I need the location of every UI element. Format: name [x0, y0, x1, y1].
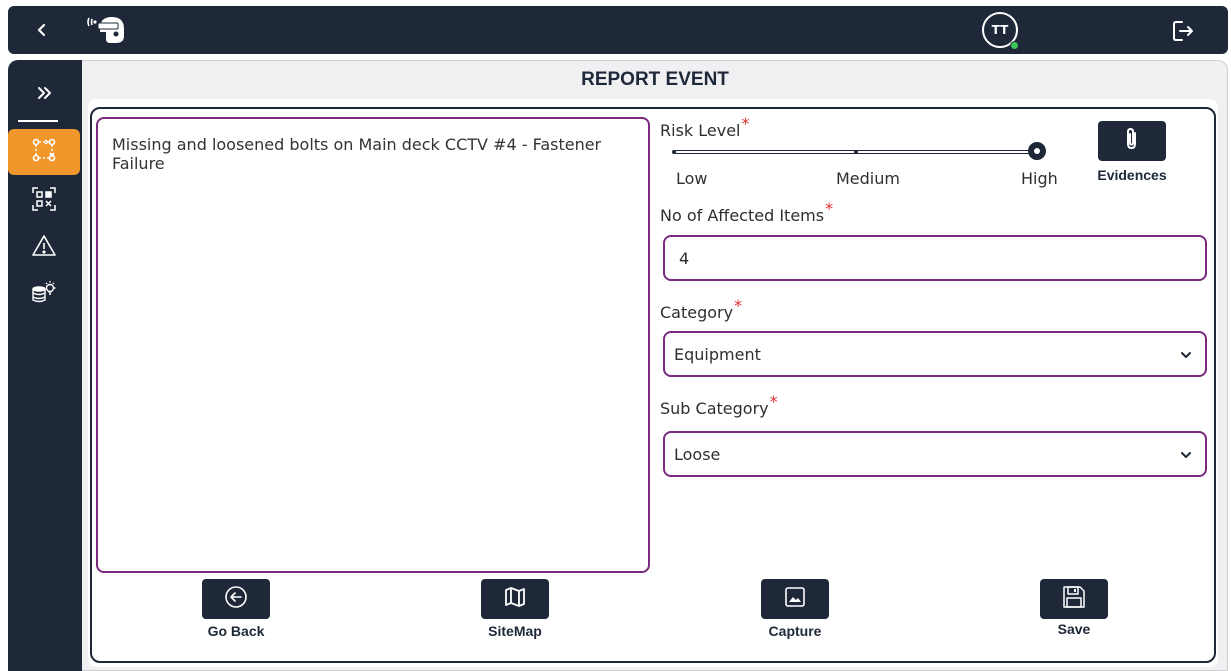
save-button[interactable] — [1040, 579, 1108, 619]
warning-triangle-icon — [31, 233, 57, 263]
affected-items-input[interactable]: 4 — [663, 235, 1207, 281]
page-title: REPORT EVENT — [581, 69, 729, 90]
affected-items-label: No of Affected Items* — [660, 199, 834, 225]
chevron-down-icon — [1179, 347, 1193, 361]
sidebar-item-qr-scan[interactable] — [8, 178, 80, 224]
risk-option-low[interactable]: Low — [676, 169, 708, 188]
description-textarea[interactable]: Missing and loosened bolts on Main deck … — [96, 117, 650, 573]
sidebar-item-workflow[interactable] — [8, 129, 80, 175]
online-status-dot — [1010, 41, 1019, 50]
sidebar — [8, 60, 82, 671]
sub-category-select[interactable]: Loose — [663, 431, 1207, 477]
sub-category-label: Sub Category* — [660, 392, 778, 418]
sidebar-item-warning[interactable] — [8, 225, 80, 271]
floppy-disk-icon — [1060, 583, 1088, 615]
category-value: Equipment — [674, 344, 761, 364]
category-select[interactable]: Equipment — [663, 331, 1207, 377]
chevron-left-icon[interactable] — [32, 18, 52, 42]
coins-lightbulb-icon — [31, 280, 57, 310]
chevron-down-icon — [1179, 447, 1193, 461]
paperclip-icon — [1121, 126, 1143, 156]
logout-icon[interactable] — [1170, 18, 1196, 44]
sub-category-value: Loose — [674, 444, 721, 464]
go-back-button[interactable] — [202, 579, 270, 619]
qr-code-icon — [31, 186, 57, 216]
capture-label: Capture — [768, 623, 822, 639]
image-icon — [783, 585, 807, 613]
report-form: Missing and loosened bolts on Main deck … — [90, 107, 1216, 663]
capture-button[interactable] — [761, 579, 829, 619]
risk-level-slider-knob[interactable] — [1028, 142, 1046, 160]
sitemap-button[interactable] — [481, 579, 549, 619]
main-panel: REPORT EVENT Missing and loosened bolts … — [82, 60, 1228, 671]
helmet-signal-logo — [86, 14, 130, 46]
sitemap-label: SiteMap — [488, 623, 542, 639]
risk-level-slider-midpoint — [854, 150, 858, 154]
report-form-card: Missing and loosened bolts on Main deck … — [88, 99, 1218, 667]
category-label: Category* — [660, 296, 743, 322]
risk-option-medium[interactable]: Medium — [836, 169, 900, 188]
map-icon — [502, 584, 528, 614]
save-label: Save — [1057, 621, 1091, 637]
risk-level-label: Risk Level* — [660, 114, 750, 140]
evidences-button[interactable] — [1098, 121, 1166, 161]
risk-option-high[interactable]: High — [1021, 169, 1058, 188]
workflow-nodes-icon — [31, 137, 57, 167]
circle-arrow-left-icon — [223, 584, 249, 614]
evidences-label: Evidences — [1097, 167, 1167, 183]
double-chevron-right-icon[interactable] — [32, 80, 58, 106]
go-back-label: Go Back — [207, 623, 265, 639]
affected-items-value: 4 — [679, 248, 690, 268]
sidebar-divider — [18, 120, 58, 122]
top-bar: TT — [8, 6, 1228, 54]
sidebar-item-ideas[interactable] — [8, 272, 80, 318]
